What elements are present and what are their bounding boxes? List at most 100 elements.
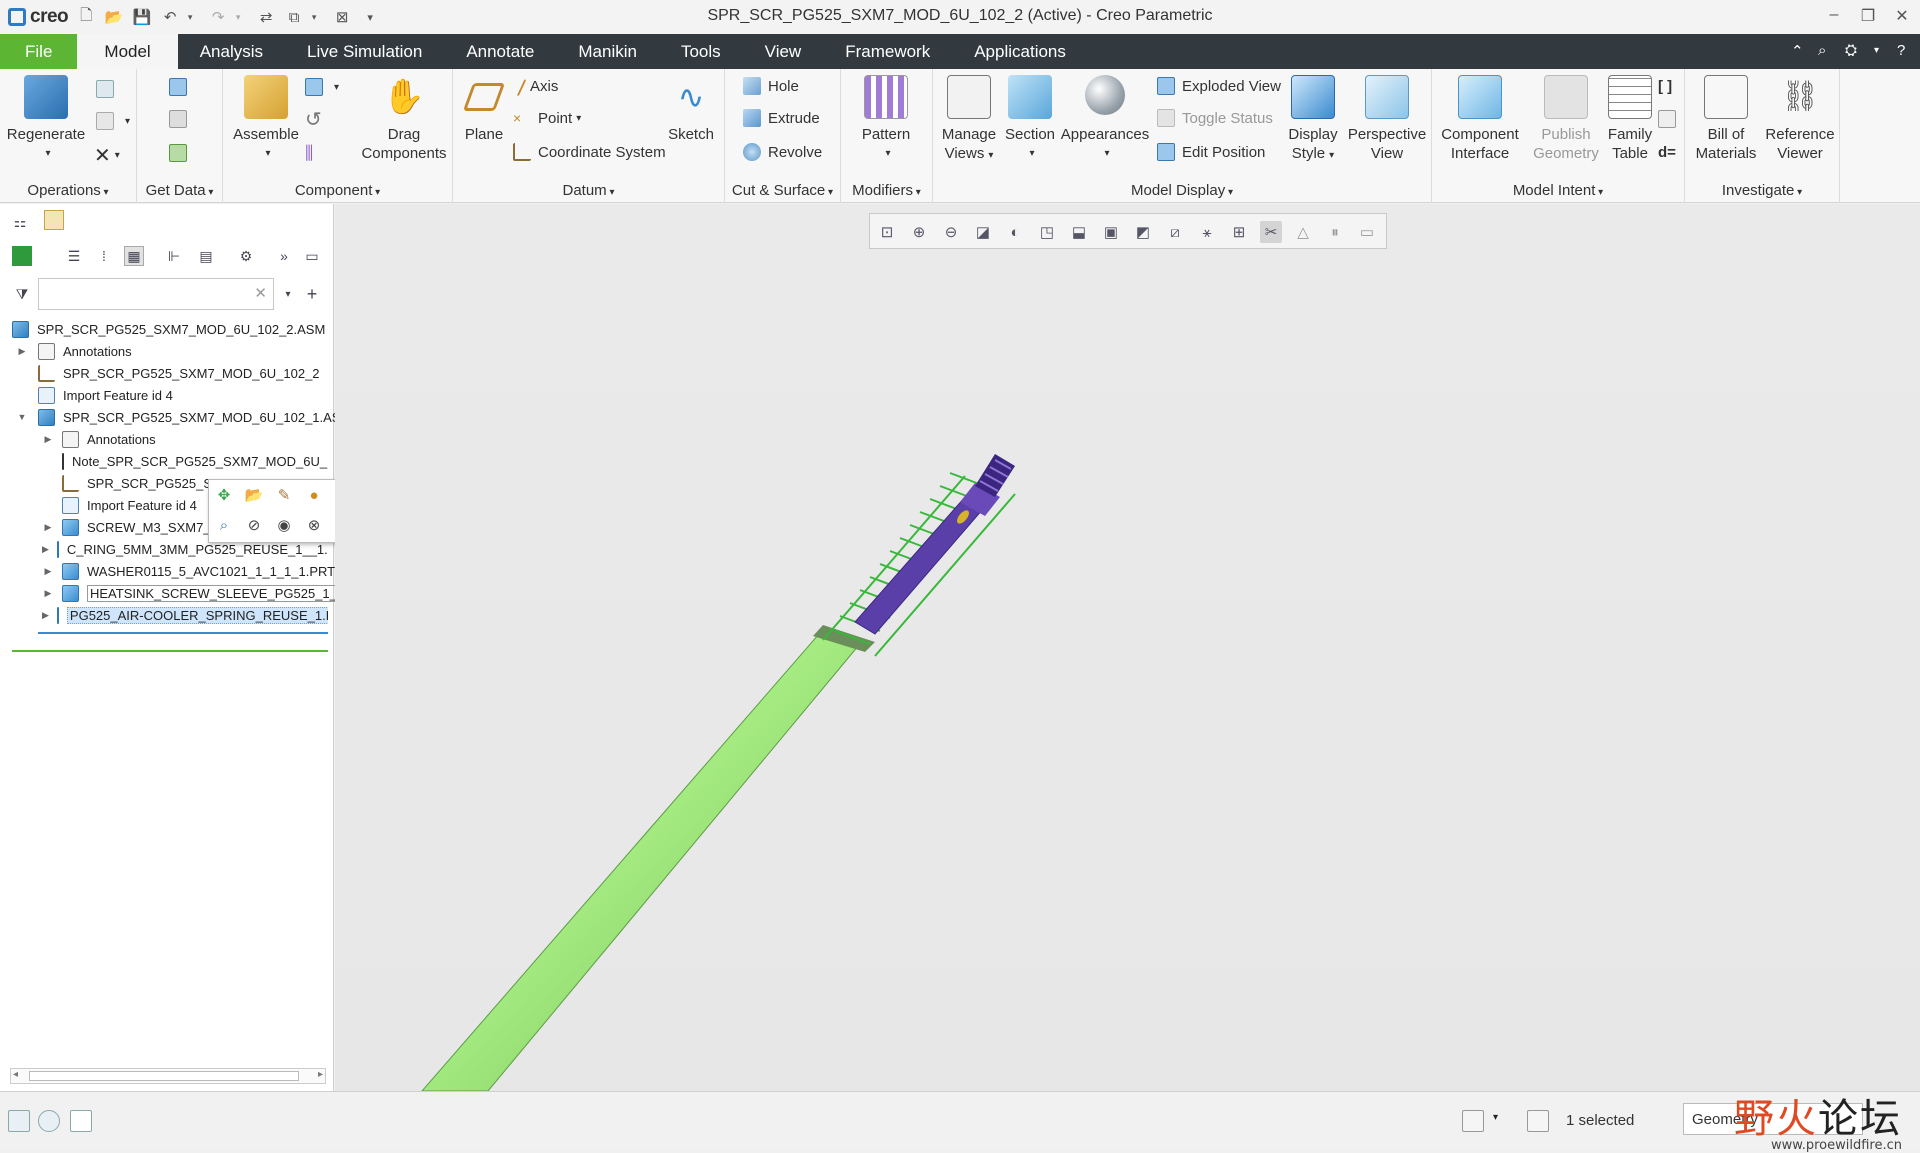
repeat-icon[interactable]: ↺ [305, 107, 322, 131]
search-options-dropdown-icon[interactable]: ▾ [278, 284, 298, 304]
open-folder-icon[interactable]: 📂 [104, 7, 124, 27]
toggle-navigator-icon[interactable] [8, 1110, 30, 1132]
group-title-model-intent[interactable]: Model Intent [1432, 182, 1684, 199]
user-defined-feature-icon[interactable] [169, 75, 194, 99]
expand-arrow-icon[interactable]: ▶ [42, 544, 49, 555]
tree-item-note[interactable]: Note_SPR_SCR_PG525_SXM7_MOD_6U_10 [54, 450, 328, 472]
revolve-button[interactable]: Revolve [743, 140, 822, 164]
layers-icon[interactable]: ▤ [196, 246, 216, 266]
tree-item-sub-import[interactable]: Import Feature id 4 [54, 494, 197, 516]
component-interface-button[interactable]: Component Interface [1438, 75, 1522, 163]
tab-model[interactable]: Model [77, 34, 178, 69]
restore-icon[interactable]: ❐ [1853, 6, 1883, 26]
selection-filter-select[interactable]: Geometry [1683, 1103, 1863, 1135]
tab-annotate[interactable]: Annotate [444, 34, 556, 69]
clear-search-icon[interactable]: ✕ [254, 284, 267, 302]
group-title-datum[interactable]: Datum [453, 182, 724, 199]
tree-item-annotations[interactable]: ▶ Annotations [16, 340, 132, 362]
selection-filter-icon[interactable]: ✂ [1260, 221, 1282, 243]
display-style-mini-icon[interactable]: ◐ [1004, 221, 1026, 243]
graphics-viewport[interactable] [335, 204, 1920, 1092]
zoom-in-icon[interactable]: ⊕ [908, 221, 930, 243]
group-title-operations[interactable]: Operations [0, 182, 136, 199]
regenerate-qa-icon[interactable]: ⇄ [256, 7, 276, 27]
exploded-view-button[interactable]: Exploded View [1157, 74, 1281, 98]
tree-item-csys[interactable]: SPR_SCR_PG525_SXM7_MOD_6U_102_2 [28, 362, 320, 384]
perspective-view-button[interactable]: Perspective View [1345, 75, 1429, 163]
find-dropdown-icon[interactable]: ▾ [1493, 1112, 1498, 1123]
windows-dropdown-icon[interactable]: ▾ [304, 7, 324, 27]
tab-live-simulation[interactable]: Live Simulation [285, 34, 444, 69]
close-window-icon[interactable]: ⊠ [332, 7, 352, 27]
expand-arrow-icon[interactable]: ▶ [16, 346, 28, 357]
publish-geometry-button[interactable]: Publish Geometry [1524, 75, 1608, 163]
refit-icon[interactable]: ⊡ [876, 221, 898, 243]
scrollbar-thumb[interactable] [29, 1071, 299, 1081]
bill-of-materials-button[interactable]: Bill of Materials [1691, 75, 1761, 163]
expand-arrow-icon[interactable]: ▶ [42, 588, 54, 599]
insert-here-indicator[interactable] [38, 632, 328, 634]
expand-arrow-icon[interactable]: ▶ [42, 522, 54, 533]
shrinkwrap-icon[interactable] [169, 141, 194, 165]
appearance-icon[interactable]: ● [303, 484, 325, 506]
save-icon[interactable]: 💾 [132, 7, 152, 27]
tab-tools[interactable]: Tools [659, 34, 743, 69]
assemble-button[interactable]: Assemble ▾ [231, 75, 301, 163]
section-mini-icon[interactable]: ◩ [1132, 221, 1154, 243]
collapse-ribbon-icon[interactable]: ⌃ [1791, 42, 1804, 60]
tab-framework[interactable]: Framework [823, 34, 952, 69]
redo-dropdown-icon[interactable]: ▾ [228, 7, 248, 27]
sketch-button[interactable]: ∿ Sketch [663, 75, 719, 144]
gear-icon[interactable]: ⚙ [236, 246, 256, 266]
tab-file[interactable]: File [0, 34, 78, 69]
customize-qa-icon[interactable]: ▾ [360, 7, 380, 27]
undo-dropdown-icon[interactable]: ▾ [180, 7, 200, 27]
zoom-out-icon[interactable]: ⊖ [940, 221, 962, 243]
tab-analysis[interactable]: Analysis [178, 34, 285, 69]
tab-applications[interactable]: Applications [952, 34, 1088, 69]
copy-icon[interactable] [96, 77, 121, 101]
perspective-mini-icon[interactable]: ▣ [1100, 221, 1122, 243]
edit-position-button[interactable]: Edit Position [1157, 140, 1265, 164]
add-icon[interactable]: + [302, 284, 322, 304]
browser-icon[interactable] [38, 1110, 60, 1132]
folder-browser-tab-icon[interactable] [44, 210, 64, 230]
heatsink-sleeve-tube[interactable] [420, 625, 875, 1092]
expand-arrow-icon[interactable]: ▶ [42, 566, 54, 577]
group-title-modifiers[interactable]: Modifiers [841, 182, 932, 199]
hole-button[interactable]: Hole [743, 74, 799, 98]
minimize-icon[interactable]: – [1819, 6, 1849, 24]
point-button[interactable]: × Point ▾ [513, 106, 581, 130]
show-eye-icon[interactable]: ◉ [273, 514, 295, 536]
open-icon[interactable]: 📂 [243, 484, 265, 506]
display-style-button[interactable]: Display Style ▾ [1285, 75, 1341, 165]
tree-item-sub-asm[interactable]: ▼ SPR_SCR_PG525_SXM7_MOD_6U_102_1.ASM [16, 406, 351, 428]
copy-geometry-icon[interactable] [169, 107, 194, 131]
screw[interactable] [854, 454, 1015, 635]
tree-item-spring-selected[interactable]: ▶ PG525_AIR-COOLER_SPRING_REUSE_1.PR [42, 604, 328, 626]
help-icon[interactable]: ? [1897, 42, 1905, 59]
redo-icon[interactable]: ↷ [208, 7, 228, 27]
parameters-icon[interactable]: [ ] [1658, 74, 1672, 98]
undo-icon[interactable]: ↶ [160, 7, 180, 27]
tree-settings-icon[interactable]: ⊩ [164, 246, 184, 266]
tree-item-root-asm[interactable]: SPR_SCR_PG525_SXM7_MOD_6U_102_2.ASM [12, 318, 325, 340]
tree-item-sub-csys[interactable]: SPR_SCR_PG525_SXM [54, 472, 232, 494]
expand-arrow-icon[interactable]: ▶ [42, 610, 49, 621]
scroll-left-icon[interactable]: ◂ [13, 1069, 18, 1080]
suppress-icon[interactable]: ⊗ [303, 514, 325, 536]
view-manager-icon[interactable]: ⬓ [1068, 221, 1090, 243]
switch-dimensions-icon[interactable] [1658, 107, 1683, 131]
zoom-to-selected-icon[interactable]: ⌕ [213, 514, 235, 536]
selection-list-icon[interactable] [1527, 1110, 1549, 1132]
coordinate-system-button[interactable]: Coordinate System [513, 140, 666, 164]
expand-arrow-icon[interactable]: ▶ [42, 434, 54, 445]
more-options-icon[interactable]: ▾ [1874, 45, 1879, 56]
mirror-component-icon[interactable]: ⫼ [305, 141, 313, 165]
tree-columns-icon[interactable]: ▦ [124, 246, 144, 266]
visibility-icon[interactable]: △ [1292, 221, 1314, 243]
group-title-investigate[interactable]: Investigate [1685, 182, 1839, 199]
tree-item-import-feature[interactable]: Import Feature id 4 [28, 384, 173, 406]
toggle-status-button[interactable]: Toggle Status [1157, 106, 1273, 130]
hide-toolbar-icon[interactable]: ▭ [1356, 221, 1378, 243]
